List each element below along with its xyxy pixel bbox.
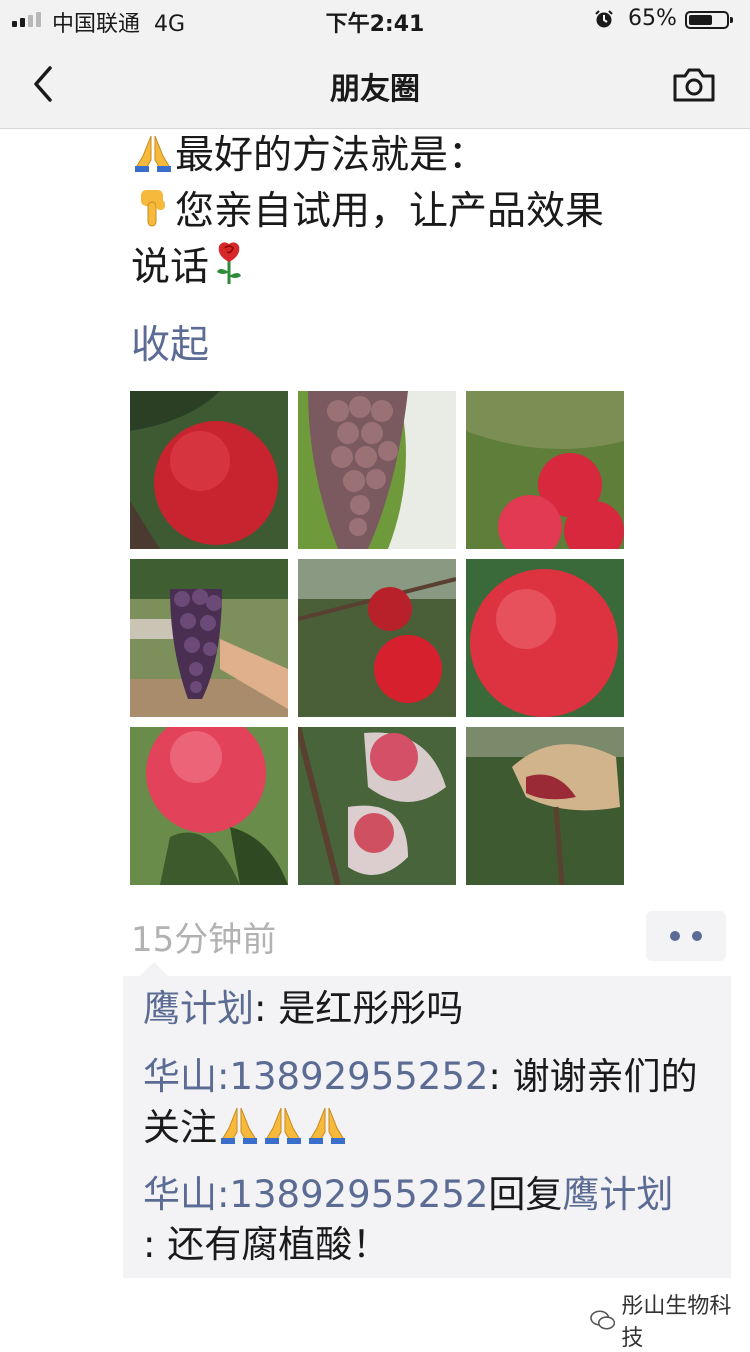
page-title: 朋友圈 — [330, 72, 420, 107]
comment-username[interactable]: 鹰计划 — [143, 987, 254, 1030]
post-line-3: 说话 — [131, 240, 731, 296]
comment-username[interactable]: 华山:13892955252 — [143, 1173, 488, 1216]
photo-purple-grape-bunch[interactable] — [298, 391, 456, 549]
camera-icon[interactable] — [672, 66, 716, 104]
comment-item: 华山:13892955252: 谢谢亲们的关注 — [143, 1055, 698, 1149]
status-bar: 中国联通 4G 下午2:41 65% — [0, 0, 750, 40]
photo-apple-with-leaves[interactable] — [130, 727, 288, 885]
photo-apple-on-tree-branch[interactable] — [298, 559, 456, 717]
post-line-1: 最好的方法就是： — [131, 128, 731, 184]
comment-section: 鹰计划: 是红彤彤吗 华山:13892955252: 谢谢亲们的关注 华山:13… — [123, 976, 731, 1278]
watermark-text: 彤山生物科技 — [621, 1294, 732, 1351]
collapse-link[interactable]: 收起 — [131, 314, 209, 370]
comment-item: 鹰计划: 是红彤彤吗 — [143, 987, 464, 1030]
folded-hands-icon — [217, 1106, 349, 1149]
alarm-icon — [595, 10, 613, 28]
nav-bar: 朋友圈 — [0, 40, 750, 129]
reply-target-username[interactable]: 鹰计划 — [562, 1173, 673, 1216]
wechat-official-account-icon — [590, 1310, 616, 1330]
post-text: 最好的方法就是： 您亲自试用，让产品效果 说话 — [131, 128, 731, 296]
photo-apple-paper-bag[interactable] — [466, 727, 624, 885]
folded-hands-icon — [135, 135, 171, 172]
more-dots-icon[interactable] — [646, 911, 726, 961]
point-down-icon — [141, 190, 165, 227]
photo-red-apple-closeup[interactable] — [130, 391, 288, 549]
comment-caret — [140, 962, 168, 976]
post-line-2: 您亲自试用，让产品效果 — [131, 184, 731, 240]
comment-username[interactable]: 华山:13892955252 — [143, 1055, 488, 1098]
photo-bagged-apples[interactable] — [298, 727, 456, 885]
rose-icon — [217, 242, 242, 284]
battery-icon — [685, 11, 733, 29]
post-time: 15分钟前 — [131, 920, 277, 960]
photo-apples-on-grass[interactable] — [466, 391, 624, 549]
battery-percent: 65% — [628, 6, 677, 31]
comment-item: 华山:13892955252回复鹰计划: 还有腐植酸！ — [143, 1173, 674, 1266]
photo-grape-in-hand[interactable] — [130, 559, 288, 717]
photo-large-red-apple[interactable] — [466, 559, 624, 717]
watermark: 彤山生物科技 — [590, 1288, 750, 1352]
